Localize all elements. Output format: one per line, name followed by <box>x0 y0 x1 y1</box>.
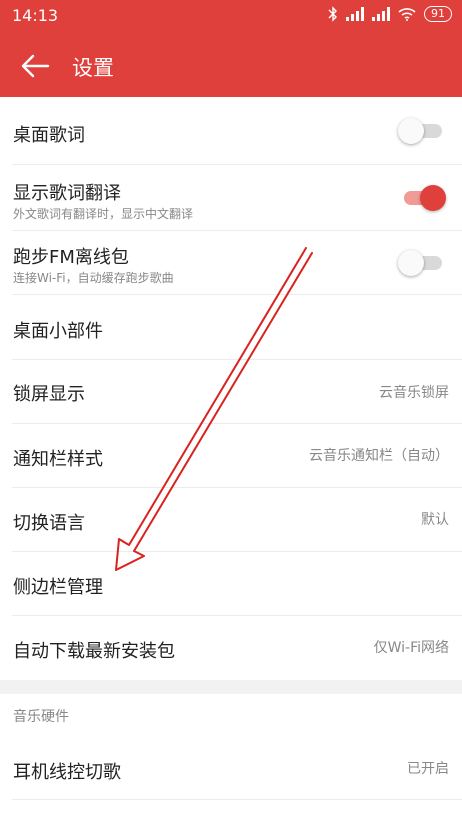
running-fm-toggle[interactable] <box>398 250 446 276</box>
setting-value: 云音乐锁屏 <box>379 385 449 401</box>
setting-label: 耳机线控切歌 <box>13 762 121 783</box>
status-time: 14:13 <box>12 6 59 25</box>
setting-subtitle: 连接Wi-Fi，自动缓存跑步歌曲 <box>13 271 174 285</box>
page-title: 设置 <box>72 56 114 80</box>
setting-subtitle: 外文歌词有翻译时，显示中文翻译 <box>13 207 194 221</box>
toggle-knob <box>398 250 424 276</box>
section-header: 音乐硬件 <box>13 709 69 725</box>
status-icons: 91 <box>328 6 452 22</box>
setting-row-lyrics-translation[interactable]: 显示歌词翻译 外文歌词有翻译时，显示中文翻译 <box>0 165 462 231</box>
header: 14:13 91 设置 <box>0 0 462 97</box>
setting-row-widget[interactable]: 桌面小部件 <box>0 295 462 360</box>
app-bar: 设置 <box>0 34 462 97</box>
desktop-lyrics-toggle[interactable] <box>398 118 446 144</box>
signal-icon <box>372 7 390 21</box>
setting-row-notification-style[interactable]: 通知栏样式 云音乐通知栏（自动） <box>0 424 462 488</box>
setting-value: 已开启 <box>407 761 449 777</box>
setting-value: 云音乐通知栏（自动） <box>309 448 449 464</box>
setting-label: 切换语言 <box>13 513 85 534</box>
setting-label: 通知栏样式 <box>13 449 103 470</box>
toggle-knob <box>398 118 424 144</box>
setting-value: 默认 <box>421 512 449 528</box>
setting-row-headset-control[interactable]: 耳机线控切歌 已开启 <box>0 736 462 800</box>
setting-row-sidebar[interactable]: 侧边栏管理 <box>0 552 462 616</box>
setting-label: 侧边栏管理 <box>13 577 103 598</box>
section-gap <box>0 680 462 694</box>
battery-icon: 91 <box>424 6 452 22</box>
setting-row-auto-download[interactable]: 自动下载最新安装包 仅Wi-Fi网络 <box>0 616 462 680</box>
setting-label: 桌面歌词 <box>13 125 85 146</box>
divider <box>12 799 462 800</box>
setting-row-desktop-lyrics[interactable]: 桌面歌词 <box>0 97 462 165</box>
bluetooth-icon <box>328 6 337 22</box>
status-bar: 14:13 91 <box>0 0 462 32</box>
setting-label: 桌面小部件 <box>13 321 103 342</box>
setting-row-language[interactable]: 切换语言 默认 <box>0 488 462 552</box>
setting-row-running-fm[interactable]: 跑步FM离线包 连接Wi-Fi，自动缓存跑步歌曲 <box>0 231 462 295</box>
setting-row-lockscreen[interactable]: 锁屏显示 云音乐锁屏 <box>0 360 462 424</box>
signal-icon <box>346 7 364 21</box>
setting-label: 锁屏显示 <box>13 384 85 405</box>
toggle-knob <box>420 185 446 211</box>
arrow-left-icon[interactable] <box>20 51 50 81</box>
setting-label: 显示歌词翻译 <box>13 183 121 204</box>
wifi-icon <box>398 8 416 21</box>
lyrics-translation-toggle[interactable] <box>400 185 446 211</box>
setting-label: 自动下载最新安装包 <box>13 641 175 662</box>
setting-label: 跑步FM离线包 <box>13 247 129 268</box>
setting-value: 仅Wi-Fi网络 <box>373 640 449 656</box>
